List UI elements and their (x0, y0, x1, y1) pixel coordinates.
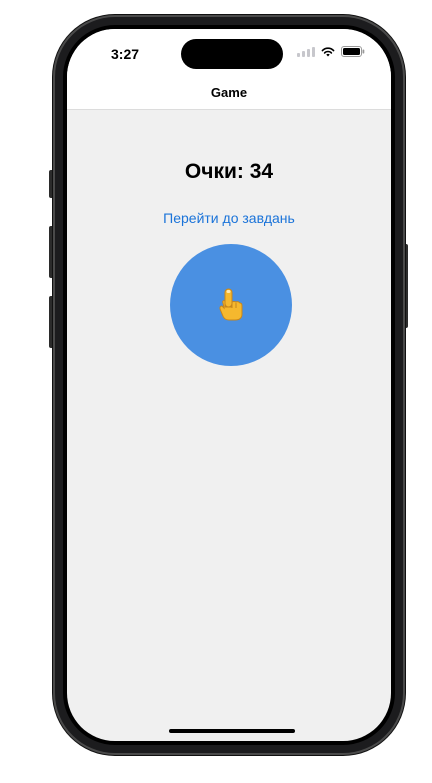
simulator-stage: 3:27 Game Очки: 34 Перейти до завдань (0, 0, 432, 783)
nav-title: Game (210, 85, 248, 100)
phone-bezel: 3:27 Game Очки: 34 Перейти до завдань (63, 25, 395, 745)
phone-frame: 3:27 Game Очки: 34 Перейти до завдань (53, 15, 405, 755)
top-bar: 3:27 Game (67, 29, 391, 110)
battery-icon (341, 46, 365, 57)
wifi-icon (321, 46, 335, 56)
home-indicator[interactable] (169, 729, 295, 733)
tap-button[interactable] (170, 244, 292, 366)
signal-icon (297, 46, 315, 57)
app-screen: 3:27 Game Очки: 34 Перейти до завдань (67, 29, 391, 741)
go-to-tasks-link[interactable]: Перейти до завдань (67, 210, 391, 226)
pointing-finger-icon (219, 288, 243, 321)
score-label: Очки: 34 (184, 160, 274, 183)
status-time: 3:27 (111, 46, 140, 62)
dynamic-island (181, 39, 283, 69)
status-icons (297, 46, 365, 57)
